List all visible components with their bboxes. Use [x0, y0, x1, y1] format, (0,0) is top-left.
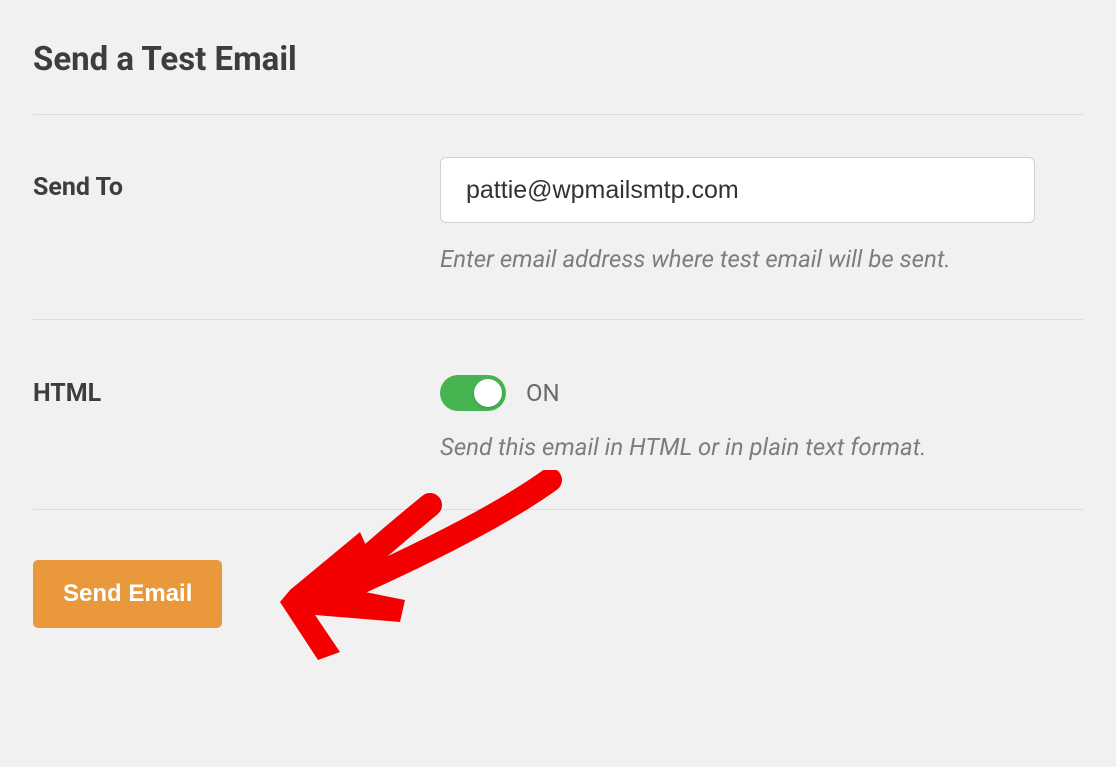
- send-to-row: Send To Enter email address where test e…: [33, 115, 1083, 319]
- send-to-input[interactable]: [440, 157, 1035, 223]
- send-to-help: Enter email address where test email wil…: [440, 243, 1083, 277]
- html-help: Send this email in HTML or in plain text…: [440, 431, 1083, 465]
- toggle-knob: [474, 379, 502, 407]
- send-email-button[interactable]: Send Email: [33, 560, 222, 628]
- html-toggle[interactable]: [440, 375, 506, 411]
- html-label: HTML: [33, 379, 101, 408]
- send-to-label: Send To: [33, 173, 123, 202]
- html-toggle-state: ON: [526, 379, 560, 407]
- submit-row: Send Email: [33, 510, 1083, 628]
- html-row: HTML ON Send this email in HTML or in pl…: [33, 320, 1083, 510]
- page-title: Send a Test Email: [33, 40, 1083, 79]
